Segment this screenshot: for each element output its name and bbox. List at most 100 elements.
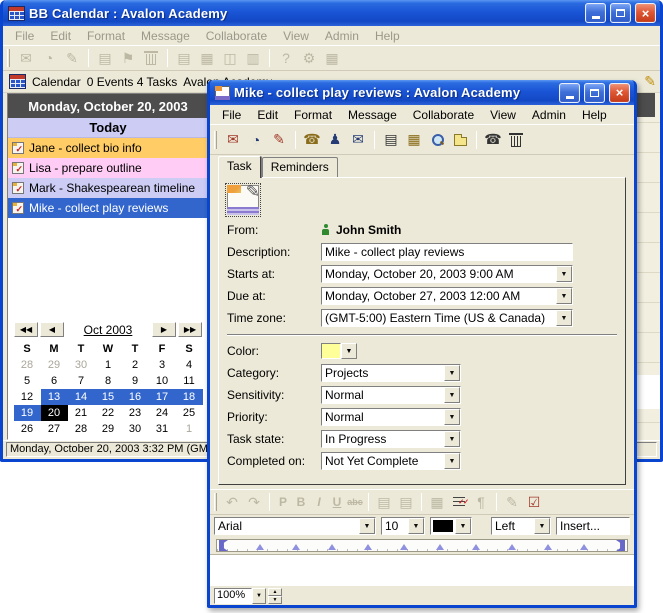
message-body-textarea[interactable] [210,554,634,585]
month-view-icon[interactable] [196,48,218,68]
day-cell[interactable]: 4 [176,357,203,373]
menu-admin[interactable]: Admin [524,106,574,124]
day-cell[interactable]: 23 [122,405,149,421]
day-cell[interactable]: 31 [149,421,176,437]
chevron-down-icon[interactable] [556,310,572,326]
timezone-select[interactable]: (GMT-5:00) Eastern Time (US & Canada) [321,309,573,327]
dialog-titlebar[interactable]: Mike - collect play reviews : Avalon Aca… [210,80,634,105]
menu-format[interactable]: Format [79,27,133,45]
day-cell-selected[interactable]: 14 [68,389,95,405]
day-cell[interactable]: 27 [41,421,68,437]
tab-stop[interactable] [292,544,300,550]
task-row-jane[interactable]: Jane - collect bio info [8,138,208,158]
checklist-icon[interactable] [448,492,470,512]
day-cell-selected[interactable]: 16 [122,389,149,405]
signature-icon[interactable] [501,492,523,512]
day-cell[interactable]: 26 [14,421,41,437]
zoom-select[interactable]: 100% [214,588,266,604]
search-icon[interactable] [426,130,448,150]
day-cell[interactable]: 7 [68,373,95,389]
chevron-down-icon[interactable] [408,518,424,534]
maximize-button[interactable] [610,3,631,23]
tab-stop[interactable] [436,544,444,550]
paragraph-icon[interactable]: P [274,495,292,509]
next-month-button[interactable]: ▶ [152,322,176,337]
tab-stop[interactable] [508,544,516,550]
day-cell[interactable]: 30 [122,421,149,437]
prev-month-button[interactable]: ◀ [40,322,64,337]
day-cell-selected[interactable]: 15 [95,389,122,405]
chevron-down-icon[interactable] [444,409,460,425]
new-alarm-icon[interactable] [245,130,267,150]
tab-stop[interactable] [364,544,372,550]
font-size-select[interactable]: 10 [381,517,425,535]
chevron-down-icon[interactable] [556,266,572,282]
day-cell[interactable]: 9 [122,373,149,389]
folder-icon[interactable] [449,130,471,150]
month-label[interactable]: Oct 2003 [66,323,150,337]
next-year-button[interactable]: ▶▶ [178,322,202,337]
spellcheck-icon[interactable] [523,492,545,512]
menu-view[interactable]: View [275,27,317,45]
prev-year-button[interactable]: ◀◀ [14,322,38,337]
chevron-down-icon[interactable] [444,431,460,447]
tab-stop[interactable] [256,544,264,550]
task-state-select[interactable]: In Progress [321,430,461,448]
description-input[interactable]: Mike - collect play reviews [321,243,573,261]
priority-select[interactable]: Normal [321,408,461,426]
menu-admin[interactable]: Admin [317,27,367,45]
italic-icon[interactable]: I [310,495,328,509]
message-icon[interactable] [380,130,402,150]
tab-stop[interactable] [472,544,480,550]
strikethrough-icon[interactable]: abc [346,497,364,507]
day-cell-selected[interactable]: 17 [149,389,176,405]
chevron-down-icon[interactable] [252,588,266,604]
tab-stop[interactable] [544,544,552,550]
menu-message[interactable]: Message [133,27,198,45]
sensitivity-select[interactable]: Normal [321,386,461,404]
undo-icon[interactable] [221,492,243,512]
edit-pencil-icon[interactable] [644,73,656,90]
menu-collaborate[interactable]: Collaborate [198,27,275,45]
close-button[interactable]: × [635,3,656,23]
color-select[interactable] [321,343,357,359]
day-cell[interactable]: 22 [95,405,122,421]
day-cell[interactable]: 25 [176,405,203,421]
new-event-icon[interactable] [222,130,244,150]
day-cell-today[interactable]: 20 [41,405,68,421]
delete-icon[interactable] [140,48,162,68]
tools-icon[interactable] [298,48,320,68]
toolbar-grip[interactable] [214,131,217,149]
menu-help[interactable]: Help [367,27,408,45]
chevron-down-icon[interactable] [444,453,460,469]
menu-help[interactable]: Help [574,106,615,124]
indent-icon[interactable] [395,492,417,512]
outdent-icon[interactable] [373,492,395,512]
bold-icon[interactable]: B [292,495,310,509]
menu-edit[interactable]: Edit [249,106,286,124]
new-alarm-icon[interactable] [38,48,60,68]
category-select[interactable]: Projects [321,364,461,382]
starts-at-select[interactable]: Monday, October 20, 2003 9:00 AM [321,265,573,283]
tab-stop[interactable] [580,544,588,550]
task-row-mike-selected[interactable]: Mike - collect play reviews [8,198,208,218]
new-task-icon[interactable] [268,130,290,150]
calendar-tab-label[interactable]: Calendar [32,75,81,89]
chevron-down-icon[interactable] [556,288,572,304]
menu-format[interactable]: Format [286,106,340,124]
day-cell-selected[interactable]: 18 [176,389,203,405]
menu-view[interactable]: View [482,106,524,124]
tab-stop[interactable] [400,544,408,550]
day-cell-selected[interactable]: 13 [41,389,68,405]
field-icon[interactable] [470,492,492,512]
day-cell-selected[interactable]: 19 [14,405,41,421]
day-cell[interactable]: 11 [176,373,203,389]
tab-stop[interactable] [328,544,336,550]
day-cell[interactable]: 6 [41,373,68,389]
day-cell[interactable]: 24 [149,405,176,421]
day-cell[interactable]: 29 [41,357,68,373]
underline-icon[interactable]: U [328,495,346,509]
new-task-icon[interactable] [61,48,83,68]
task-row-mark[interactable]: Mark - Shakespearean timeline [8,178,208,198]
print-icon[interactable] [403,130,425,150]
